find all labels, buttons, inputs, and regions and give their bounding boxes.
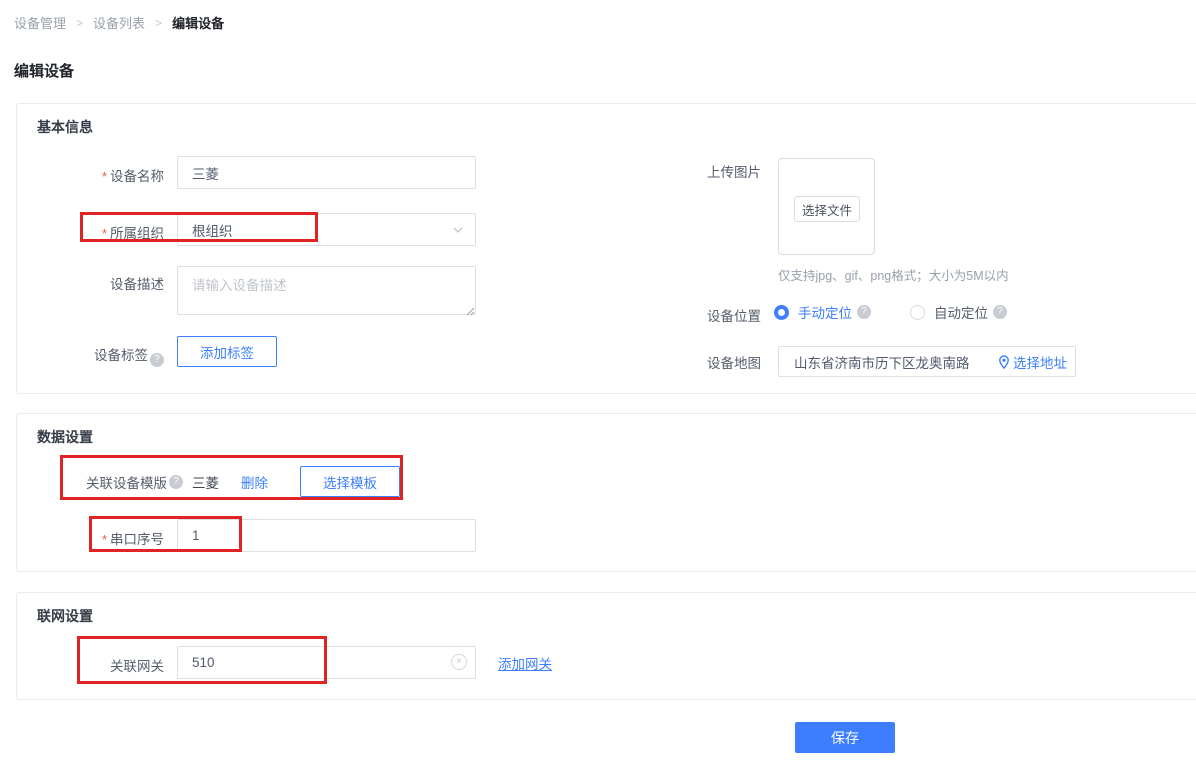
network-settings-section-title: 联网设置: [37, 606, 93, 626]
add-gateway-link[interactable]: 添加网关: [498, 653, 552, 673]
help-icon[interactable]: ?: [993, 305, 1007, 319]
help-icon[interactable]: ?: [857, 305, 871, 319]
add-tag-button[interactable]: 添加标签: [177, 336, 277, 367]
device-tags-label: 设备标签?: [17, 344, 164, 367]
organization-select[interactable]: 根组织: [177, 213, 476, 246]
linked-template-row: 关联设备模版 ? 三菱 删除 选择模板: [86, 466, 400, 497]
device-name-label: *设备名称: [17, 165, 164, 185]
data-settings-section-title: 数据设置: [37, 427, 93, 447]
breadcrumb: 设备管理 > 设备列表 > 编辑设备: [14, 13, 224, 32]
breadcrumb-device-management[interactable]: 设备管理: [14, 13, 66, 32]
breadcrumb-edit-device: 编辑设备: [172, 13, 224, 32]
delete-template-link[interactable]: 删除: [241, 472, 268, 492]
organization-select-value: 根组织: [192, 220, 233, 240]
auto-location-radio[interactable]: [910, 305, 925, 320]
breadcrumb-device-list[interactable]: 设备列表: [93, 13, 145, 32]
required-mark: *: [102, 169, 107, 184]
breadcrumb-separator-icon: >: [76, 16, 83, 30]
clear-icon[interactable]: ×: [451, 654, 467, 670]
device-description-textarea[interactable]: [177, 266, 476, 315]
linked-gateway-field: ×: [177, 646, 476, 679]
device-map-value: 山东省济南市历下区龙奥南路: [794, 352, 998, 372]
organization-label: *所属组织: [17, 222, 164, 242]
edit-device-page: 设备管理 > 设备列表 > 编辑设备 编辑设备 基本信息 *设备名称 *所属组织…: [0, 0, 1196, 765]
upload-hint: 仅支持jpg、gif、png格式；大小为5M以内: [778, 265, 1009, 284]
location-pin-icon: [998, 355, 1010, 369]
choose-address-link[interactable]: 选择地址: [998, 352, 1067, 372]
linked-template-label: 关联设备模版: [86, 472, 167, 492]
upload-image-label: 上传图片: [614, 161, 761, 181]
required-mark: *: [102, 532, 107, 547]
serial-number-input[interactable]: [177, 519, 476, 552]
breadcrumb-separator-icon: >: [155, 16, 162, 30]
linked-gateway-input[interactable]: [177, 646, 476, 679]
page-title: 编辑设备: [14, 60, 74, 81]
device-description-label: 设备描述: [17, 273, 164, 293]
serial-number-label: *串口序号: [17, 528, 164, 548]
help-icon[interactable]: ?: [150, 353, 164, 367]
chevron-down-icon: [452, 224, 464, 239]
choose-file-button[interactable]: 选择文件: [794, 196, 860, 222]
basic-info-section-title: 基本信息: [37, 117, 93, 137]
device-location-label: 设备位置: [614, 305, 761, 325]
upload-dropzone[interactable]: 选择文件: [778, 158, 875, 255]
required-mark: *: [102, 226, 107, 241]
network-settings-card: 联网设置 关联网关 × 添加网关: [16, 592, 1196, 700]
device-map-input[interactable]: 山东省济南市历下区龙奥南路 选择地址: [778, 346, 1076, 377]
linked-template-value: 三菱: [192, 472, 219, 492]
manual-location-radio[interactable]: [774, 305, 789, 320]
data-settings-card: 数据设置 关联设备模版 ? 三菱 删除 选择模板 *串口序号: [16, 413, 1196, 572]
auto-location-radio-label[interactable]: 自动定位: [934, 302, 988, 322]
save-button[interactable]: 保存: [795, 722, 895, 753]
device-name-input[interactable]: [177, 156, 476, 189]
choose-template-button[interactable]: 选择模板: [300, 466, 400, 497]
linked-gateway-label: 关联网关: [17, 655, 164, 675]
basic-info-card: 基本信息 *设备名称 *所属组织 根组织 设备描述 设备标签? 添加标签: [16, 103, 1196, 394]
device-map-label: 设备地图: [614, 352, 761, 372]
device-location-radio-group: 手动定位 ? 自动定位 ?: [774, 302, 1007, 322]
manual-location-radio-label[interactable]: 手动定位: [798, 302, 852, 322]
help-icon[interactable]: ?: [169, 475, 183, 489]
